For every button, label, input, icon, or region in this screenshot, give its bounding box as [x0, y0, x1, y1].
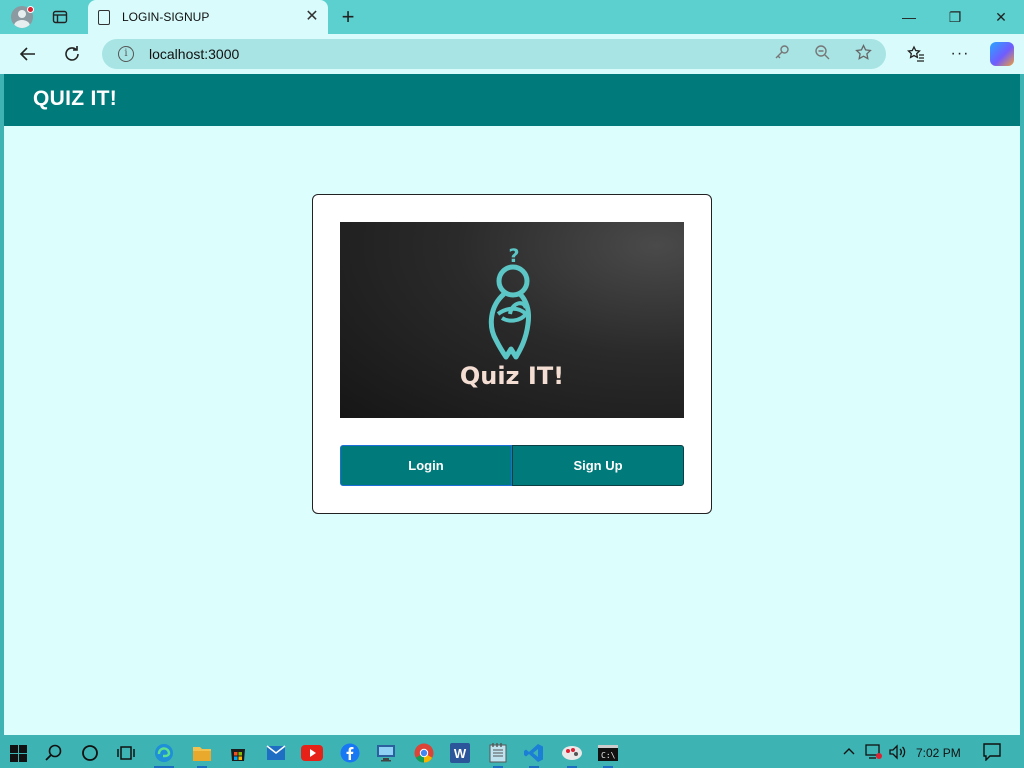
chrome-icon[interactable] — [412, 741, 436, 765]
remote-desktop-icon[interactable] — [374, 741, 398, 765]
signup-button[interactable]: Sign Up — [512, 445, 684, 486]
auth-button-group: Login Sign Up — [340, 445, 684, 486]
auth-card: ? Quiz IT! Login Sign Up — [312, 194, 712, 514]
facebook-icon[interactable] — [338, 741, 362, 765]
logo-text: Quiz IT! — [459, 362, 565, 390]
word-icon[interactable]: W — [448, 741, 472, 765]
password-key-icon[interactable] — [772, 44, 792, 64]
site-info-icon[interactable]: i — [118, 46, 134, 62]
vscode-icon[interactable] — [522, 741, 546, 768]
start-icon[interactable] — [6, 741, 30, 765]
tab-title: LOGIN-SIGNUP — [122, 10, 210, 24]
quiz-logo-image: ? Quiz IT! — [340, 222, 684, 418]
restore-button[interactable]: ❐ — [932, 0, 978, 34]
taskbar-clock[interactable]: 7:02 PM — [916, 746, 961, 760]
page-icon — [98, 9, 110, 25]
search-icon[interactable] — [42, 741, 66, 765]
notification-dot — [27, 6, 34, 13]
page-content: QUIZ IT! ? Quiz IT! Login Sign Up — [4, 74, 1020, 735]
volume-icon[interactable] — [889, 744, 907, 763]
zoom-out-icon[interactable] — [812, 44, 832, 64]
paint-icon[interactable] — [560, 741, 584, 768]
network-icon[interactable] — [865, 744, 883, 763]
logo-question-mark: ? — [508, 245, 519, 267]
refresh-icon — [65, 46, 79, 61]
new-tab-button[interactable]: + — [336, 4, 360, 29]
ellipsis-icon: ··· — [950, 45, 970, 62]
windows-taskbar: W C:\ 7:02 PM — [0, 738, 1024, 768]
refresh-button[interactable] — [57, 40, 87, 68]
store-icon[interactable] — [226, 741, 250, 765]
back-arrow-icon — [19, 47, 35, 61]
notifications-icon[interactable] — [983, 743, 1001, 764]
app-title: QUIZ IT! — [33, 87, 118, 110]
address-bar[interactable]: i localhost:3000 — [102, 39, 886, 69]
file-explorer-icon[interactable] — [190, 741, 214, 768]
more-options-button[interactable]: ··· — [945, 40, 975, 68]
back-button[interactable] — [13, 40, 43, 68]
favorite-star-icon[interactable] — [853, 43, 873, 64]
terminal-icon[interactable]: C:\ — [596, 741, 620, 768]
show-hidden-icons-icon[interactable] — [842, 744, 856, 761]
login-button[interactable]: Login — [340, 445, 512, 486]
tab-actions-icon[interactable] — [48, 5, 72, 29]
edge-icon[interactable] — [152, 741, 176, 768]
cortana-icon[interactable] — [78, 741, 102, 765]
notepad-icon[interactable] — [486, 741, 510, 768]
browser-toolbar: i localhost:3000 ··· — [0, 34, 1024, 74]
svg-text:W: W — [454, 746, 467, 761]
youtube-icon[interactable] — [300, 741, 324, 765]
mail-icon[interactable] — [264, 741, 288, 765]
url-text[interactable]: localhost:3000 — [149, 46, 239, 62]
browser-tab-active[interactable]: LOGIN-SIGNUP ✕ — [88, 0, 328, 34]
task-view-icon[interactable] — [114, 741, 138, 765]
minimize-button[interactable]: — — [886, 0, 932, 34]
favorites-button[interactable] — [901, 40, 931, 68]
close-tab-icon[interactable]: ✕ — [300, 5, 324, 29]
browser-titlebar: LOGIN-SIGNUP ✕ + — ❐ ✕ — [0, 0, 1024, 34]
profile-avatar-icon[interactable] — [10, 5, 34, 29]
favorites-icon — [907, 45, 924, 62]
copilot-icon[interactable] — [990, 42, 1014, 66]
app-header: QUIZ IT! — [4, 74, 1020, 126]
svg-text:C:\: C:\ — [601, 751, 616, 760]
close-window-button[interactable]: ✕ — [978, 0, 1024, 34]
